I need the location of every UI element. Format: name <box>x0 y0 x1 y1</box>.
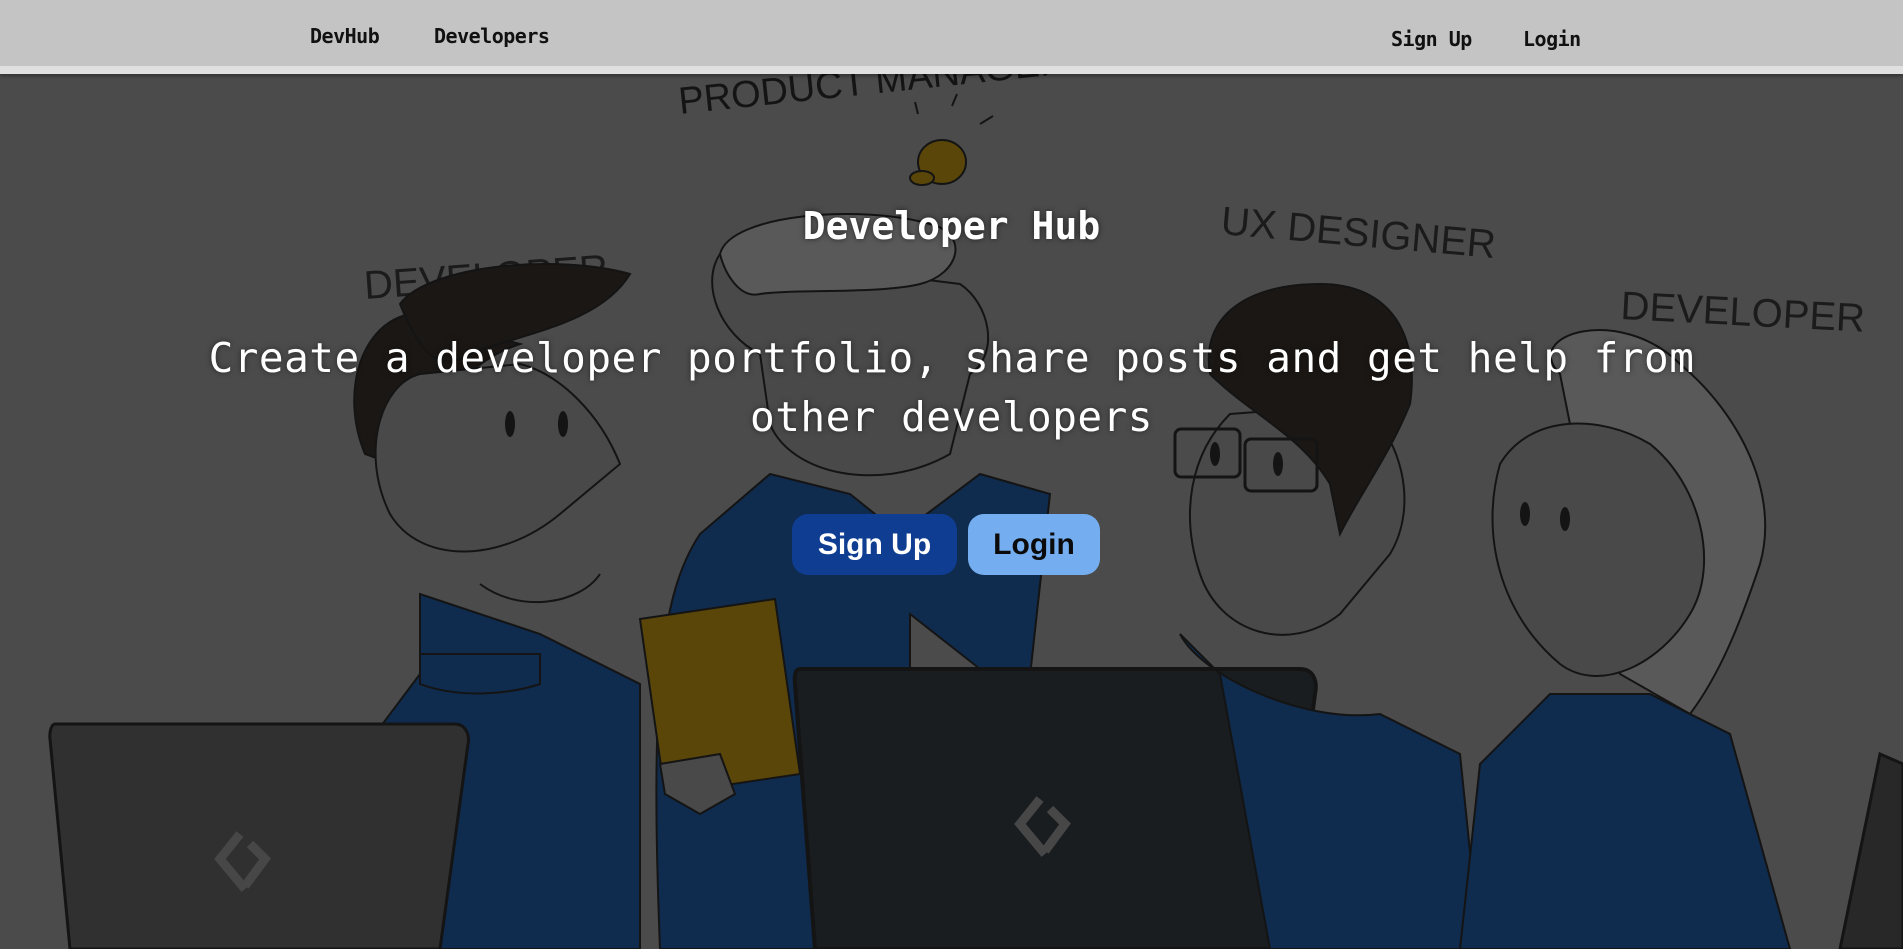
navbar: DevHub Developers Sign Up Login <box>0 0 1903 74</box>
hero-lead: Create a developer portfolio, share post… <box>208 334 1695 441</box>
hero-section: PRODUCT MANAGER DEVELOPER UX DESIGNER DE… <box>0 74 1903 949</box>
nav-signup-link[interactable]: Sign Up <box>1391 27 1472 51</box>
login-button[interactable]: Login <box>968 514 1100 575</box>
signup-button[interactable]: Sign Up <box>792 514 957 575</box>
nav-login-link[interactable]: Login <box>1523 27 1581 51</box>
developers-link[interactable]: Developers <box>434 24 550 48</box>
hero-title: Developer Hub <box>802 204 1101 248</box>
brand-link[interactable]: DevHub <box>310 24 380 48</box>
